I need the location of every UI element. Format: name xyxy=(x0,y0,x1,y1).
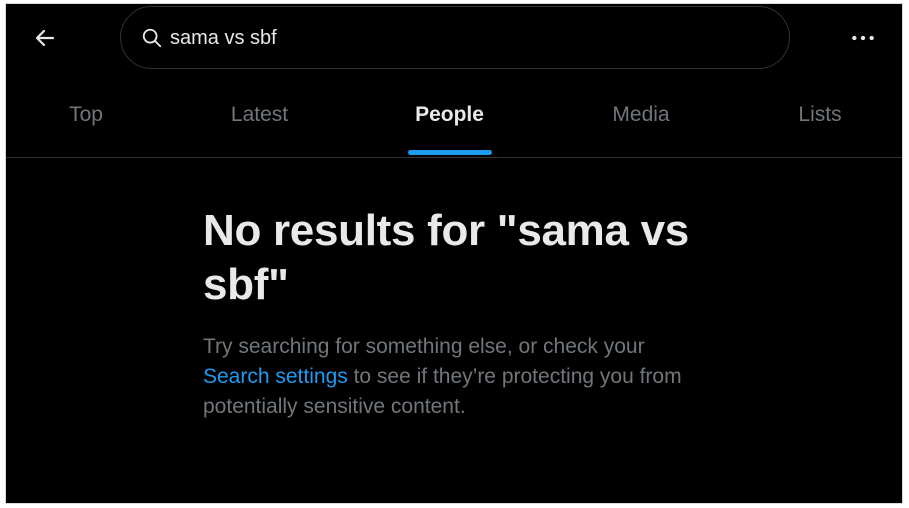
tab-label: People xyxy=(415,103,484,126)
tab-label: Top xyxy=(69,103,103,126)
back-button[interactable] xyxy=(28,21,62,55)
empty-state-title: No results for "sama vs sbf" xyxy=(203,206,689,309)
tab-media[interactable]: Media xyxy=(546,72,736,158)
active-tab-indicator xyxy=(408,150,492,155)
empty-state-text-before: Try searching for something else, or che… xyxy=(203,335,645,358)
tab-latest[interactable]: Latest xyxy=(166,72,353,158)
more-horizontal-icon xyxy=(852,35,874,41)
top-bar xyxy=(6,4,902,72)
search-settings-link[interactable]: Search settings xyxy=(203,365,348,388)
search-input[interactable] xyxy=(170,23,730,53)
search-results-screen: Top Latest People Media Lists No results… xyxy=(5,3,903,504)
empty-state: No results for "sama vs sbf" Try searchi… xyxy=(203,204,723,422)
empty-state-message: Try searching for something else, or che… xyxy=(203,332,703,422)
tab-top[interactable]: Top xyxy=(6,72,166,158)
arrow-left-icon xyxy=(35,29,55,47)
tab-label: Latest xyxy=(230,103,289,126)
tab-people[interactable]: People xyxy=(353,72,546,158)
search-box[interactable] xyxy=(120,6,790,69)
tab-label: Lists xyxy=(798,103,842,126)
more-options-button[interactable] xyxy=(846,21,880,55)
search-icon xyxy=(142,28,162,48)
search-tabs: Top Latest People Media Lists xyxy=(6,72,902,158)
tab-label: Media xyxy=(612,103,670,126)
tab-lists[interactable]: Lists xyxy=(736,72,902,158)
